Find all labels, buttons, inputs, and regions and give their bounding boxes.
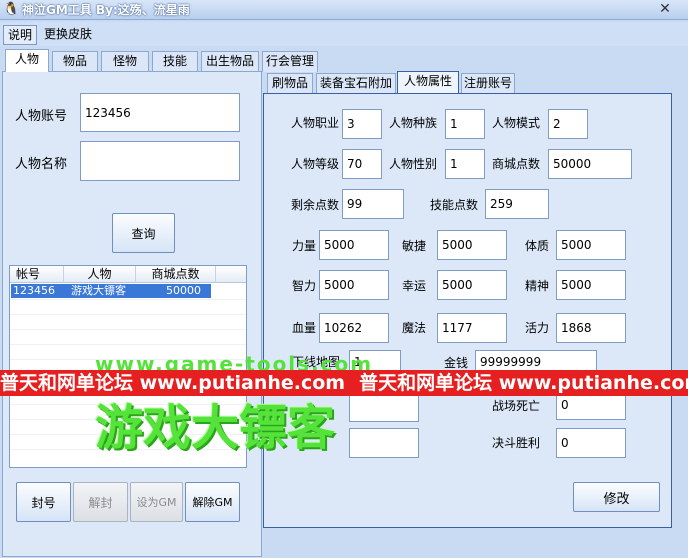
menu-item-help[interactable]: 说明 — [3, 25, 38, 45]
mp-input[interactable]: 1177 — [437, 313, 507, 343]
ban-button[interactable]: 封号 — [16, 482, 71, 522]
gender-label: 人物性别 — [389, 157, 438, 171]
mode-input[interactable]: 2 — [548, 109, 588, 139]
row-account: 123456 — [13, 284, 55, 297]
intelligence-input[interactable]: 5000 — [319, 270, 389, 300]
race-input[interactable]: 1 — [445, 109, 485, 139]
list-gridline — [10, 314, 246, 315]
character-name-input[interactable] — [80, 141, 240, 181]
watermark-banner-text: 普天和网单论坛 www.putianhe.com — [359, 372, 688, 394]
mode-label: 人物模式 — [492, 116, 541, 130]
row-character: 游戏大镖客 — [71, 284, 126, 297]
account-input[interactable]: 123456 — [80, 93, 240, 132]
job-input[interactable]: 3 — [342, 109, 382, 139]
gold-label: 金钱 — [444, 356, 469, 370]
remove-gm-button[interactable]: 解除GM — [185, 482, 240, 522]
race-label: 人物种族 — [389, 116, 438, 130]
tab-character[interactable]: 人物 — [5, 49, 49, 72]
query-button[interactable]: 查询 — [112, 213, 175, 253]
set-gm-button[interactable]: 设为GM — [130, 482, 183, 522]
strength-label: 力量 — [292, 239, 317, 253]
luck-label: 幸运 — [402, 279, 427, 293]
mp-label: 魔法 — [402, 321, 427, 335]
column-header-account[interactable]: 帐号 — [10, 266, 64, 283]
app-icon: 🐧 — [3, 2, 20, 17]
tab-monsters[interactable]: 怪物 — [101, 51, 149, 72]
menu-item-change-skin[interactable]: 更换皮肤 — [40, 25, 96, 45]
spirit-input[interactable]: 5000 — [556, 270, 626, 300]
skill-points-label: 技能点数 — [430, 198, 479, 212]
title-bar: 🐧 神泣GM工具 By:这殇、流星雨 ✕ — [0, 0, 688, 20]
agility-label: 敏捷 — [402, 239, 427, 253]
tab-guild-management[interactable]: 行会管理 — [262, 51, 318, 72]
tab-skills[interactable]: 技能 — [152, 51, 198, 72]
mall-points-input[interactable]: 50000 — [548, 149, 632, 179]
skill-points-input[interactable]: 259 — [485, 189, 549, 219]
luck-input[interactable]: 5000 — [437, 270, 507, 300]
spirit-label: 精神 — [525, 279, 550, 293]
level-input[interactable]: 70 — [342, 149, 382, 179]
strength-input[interactable]: 5000 — [319, 230, 389, 260]
menu-bar: 说明 更换皮肤 — [0, 22, 688, 46]
list-header: 帐号 人物 商城点数 — [10, 266, 246, 283]
subtab-character-attributes[interactable]: 人物属性 — [397, 71, 459, 93]
agility-input[interactable]: 5000 — [437, 230, 507, 260]
job-label: 人物职业 — [291, 116, 340, 130]
constitution-label: 体质 — [525, 239, 550, 253]
vigor-input[interactable]: 1868 — [556, 313, 626, 343]
remaining-points-input[interactable]: 99 — [342, 189, 404, 219]
watermark-big-text: 游戏大镖客 — [95, 400, 336, 456]
column-header-character[interactable]: 人物 — [64, 266, 136, 283]
hp-input[interactable]: 10262 — [319, 313, 389, 343]
remaining-points-label: 剩余点数 — [291, 198, 340, 212]
tab-items[interactable]: 物品 — [52, 51, 98, 72]
character-name-label: 人物名称 — [15, 157, 68, 172]
field-input-row8[interactable] — [349, 392, 419, 422]
account-label: 人物账号 — [15, 109, 68, 124]
level-label: 人物等级 — [291, 157, 340, 171]
tab-birth-items[interactable]: 出生物品 — [201, 51, 259, 72]
subtab-spawn-items[interactable]: 刷物品 — [267, 73, 313, 93]
list-gridline — [10, 344, 246, 345]
table-row[interactable]: 123456 游戏大镖客 50000 — [11, 284, 211, 298]
battlefield-deaths-label: 战场死亡 — [492, 399, 541, 413]
window-title: 神泣GM工具 By:这殇、流星雨 — [22, 3, 190, 17]
duel-wins-label: 决斗胜利 — [492, 436, 541, 450]
modify-button[interactable]: 修改 — [573, 482, 660, 512]
row-points: 50000 — [166, 284, 201, 297]
column-header-mall-points[interactable]: 商城点数 — [136, 266, 216, 283]
hp-label: 血量 — [292, 321, 317, 335]
constitution-input[interactable]: 5000 — [556, 230, 626, 260]
subtab-gem-attach[interactable]: 装备宝石附加 — [316, 73, 396, 93]
list-gridline — [10, 299, 246, 300]
duel-wins-input[interactable]: 0 — [556, 428, 626, 458]
vigor-label: 活力 — [525, 321, 550, 335]
gender-input[interactable]: 1 — [445, 149, 485, 179]
list-gridline — [10, 329, 246, 330]
intelligence-label: 智力 — [292, 279, 317, 293]
subtab-register-account[interactable]: 注册账号 — [461, 73, 515, 93]
close-icon[interactable]: ✕ — [647, 0, 683, 18]
unban-button[interactable]: 解封 — [73, 482, 128, 522]
mall-points-label: 商城点数 — [492, 157, 541, 171]
field-input-row9[interactable] — [349, 428, 419, 458]
